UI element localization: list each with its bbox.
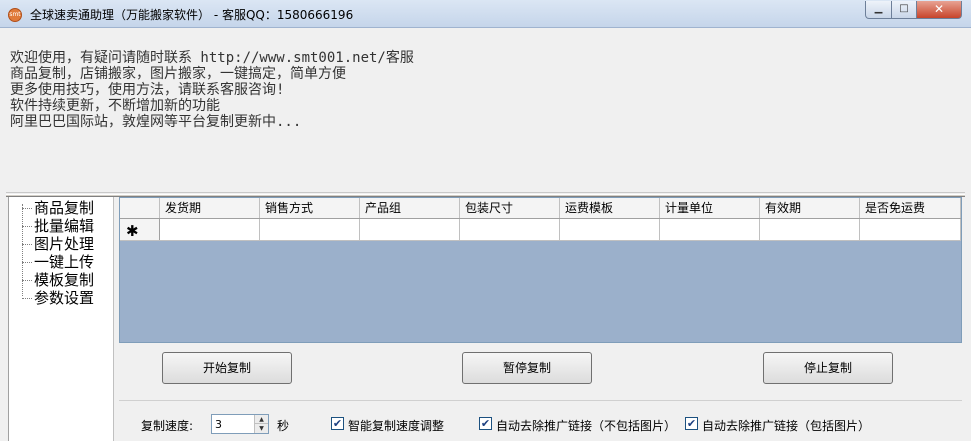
- minimize-button[interactable]: ▁: [865, 1, 892, 19]
- column-header-shipping-template[interactable]: 运费模板: [560, 198, 660, 218]
- title-bar: smt 全球速卖通助理（万能搬家软件） - 客服QQ：1580666196 ▁ …: [0, 0, 971, 28]
- product-grid: 发货期 销售方式 产品组 包装尺寸 运费模板 计量单位 有效期 是否免运费 ✱: [119, 197, 962, 343]
- column-header-product-group[interactable]: 产品组: [360, 198, 460, 218]
- table-cell[interactable]: [260, 219, 360, 240]
- grid-header: 发货期 销售方式 产品组 包装尺寸 运费模板 计量单位 有效期 是否免运费: [120, 198, 961, 219]
- info-line-tips: 更多使用技巧，使用方法，请联系客服咨询!: [10, 82, 285, 98]
- function-tree: 商品复制 批量编辑 图片处理 一键上传 模板复制 参数设置: [8, 197, 114, 441]
- spin-arrows: ▲ ▼: [254, 415, 268, 433]
- row-header-corner[interactable]: [120, 198, 160, 218]
- speed-unit: 秒: [277, 419, 290, 433]
- spin-up-icon[interactable]: ▲: [255, 415, 268, 424]
- column-header-ship-time[interactable]: 发货期: [160, 198, 260, 218]
- info-line-platforms: 阿里巴巴国际站，敦煌网等平台复制更新中...: [10, 114, 302, 130]
- tree-item-template-copy[interactable]: 模板复制: [21, 271, 94, 289]
- remove-links-no-image-label[interactable]: 自动去除推广链接（不包括图片）: [496, 417, 676, 434]
- table-row-new[interactable]: ✱: [120, 219, 961, 241]
- table-cell[interactable]: [560, 219, 660, 240]
- smart-speed-checkbox[interactable]: ✔: [331, 417, 344, 430]
- remove-links-image-checkbox[interactable]: ✔: [685, 417, 698, 430]
- speed-stepper[interactable]: ▲ ▼: [211, 414, 269, 434]
- speed-label: 复制速度:: [141, 419, 194, 433]
- tree-item-batch-edit[interactable]: 批量编辑: [21, 217, 94, 235]
- stop-copy-button[interactable]: 停止复制: [763, 352, 893, 384]
- tree-item-product-copy[interactable]: 商品复制: [21, 199, 94, 217]
- table-cell[interactable]: [760, 219, 860, 240]
- remove-links-no-image-checkbox[interactable]: ✔: [479, 417, 492, 430]
- table-cell[interactable]: [360, 219, 460, 240]
- table-cell[interactable]: [160, 219, 260, 240]
- smart-speed-label[interactable]: 智能复制速度调整: [348, 417, 444, 434]
- pause-copy-button[interactable]: 暂停复制: [462, 352, 592, 384]
- column-header-validity[interactable]: 有效期: [760, 198, 860, 218]
- info-line-updates: 软件持续更新，不断增加新的功能: [10, 98, 220, 114]
- info-line-features: 商品复制，店铺搬家，图片搬家，一键搞定，简单方便: [10, 66, 346, 82]
- close-button[interactable]: ✕: [916, 1, 962, 19]
- tree-item-settings[interactable]: 参数设置: [21, 289, 94, 307]
- info-panel: 欢迎使用，有疑问请随时联系 http://www.smt001.net/客服 商…: [6, 30, 965, 193]
- table-cell[interactable]: [660, 219, 760, 240]
- options-panel: 复制速度: ▲ ▼ 秒 ✔ 智能复制速度调整 ✔ 自动去除推广链接（不包括图片）…: [119, 400, 962, 441]
- speed-input[interactable]: [215, 417, 253, 432]
- remove-links-image-label[interactable]: 自动去除推广链接（包括图片）: [702, 417, 870, 434]
- table-cell[interactable]: [860, 219, 961, 240]
- app-icon: smt: [8, 8, 22, 22]
- column-header-free-shipping[interactable]: 是否免运费: [860, 198, 961, 218]
- new-row-marker[interactable]: ✱: [120, 219, 160, 240]
- tree-connector: [22, 204, 23, 296]
- tree-item-one-click-upload[interactable]: 一键上传: [21, 253, 94, 271]
- maximize-button[interactable]: □: [891, 1, 917, 19]
- column-header-package-size[interactable]: 包装尺寸: [460, 198, 560, 218]
- column-header-unit[interactable]: 计量单位: [660, 198, 760, 218]
- tree-item-image-processing[interactable]: 图片处理: [21, 235, 94, 253]
- column-header-sale-method[interactable]: 销售方式: [260, 198, 360, 218]
- info-line-contact: 欢迎使用，有疑问请随时联系 http://www.smt001.net/客服: [10, 50, 414, 66]
- start-copy-button[interactable]: 开始复制: [162, 352, 292, 384]
- window-title: 全球速卖通助理（万能搬家软件） - 客服QQ：1580666196: [30, 8, 354, 22]
- spin-down-icon[interactable]: ▼: [255, 424, 268, 433]
- table-cell[interactable]: [460, 219, 560, 240]
